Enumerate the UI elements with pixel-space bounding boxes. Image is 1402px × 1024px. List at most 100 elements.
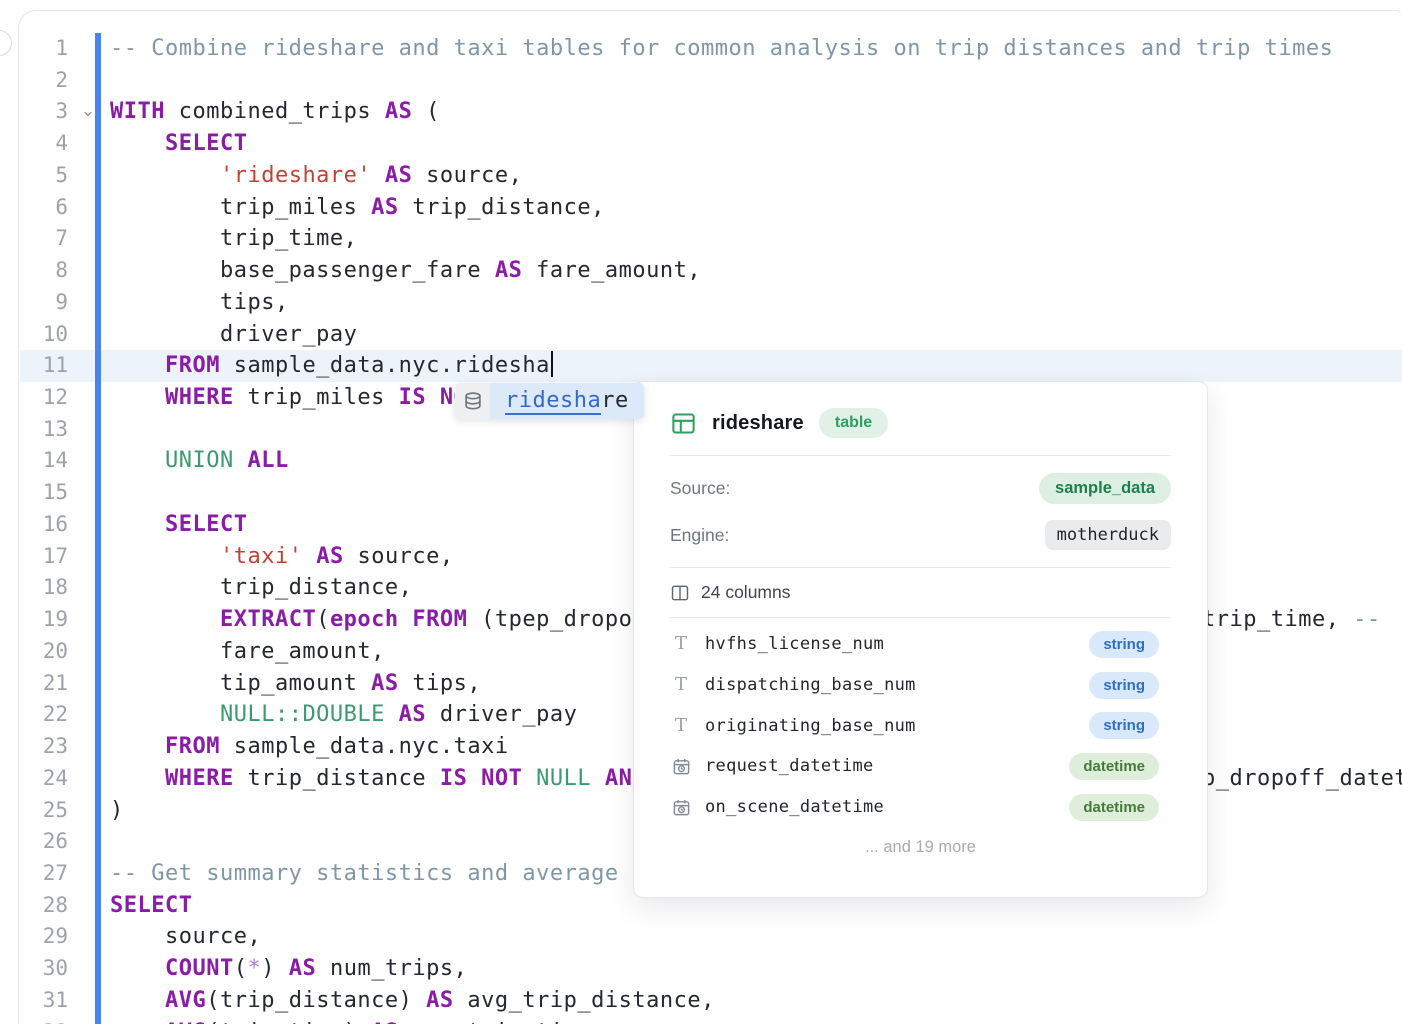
line-number: 7	[20, 223, 68, 255]
text-type-icon: T	[670, 635, 692, 653]
code-line[interactable]: 9 tips,	[20, 287, 1402, 319]
autocomplete-item-rideshare[interactable]: rideshare	[490, 383, 644, 419]
line-number: 24	[20, 763, 68, 795]
code-text: SELECT	[110, 128, 247, 160]
autocomplete-match-text: ridesha	[505, 388, 601, 415]
line-number: 12	[20, 382, 68, 414]
code-text-tail: p_dropoff_datet	[1202, 763, 1402, 795]
line-number: 26	[20, 826, 68, 858]
line-number: 16	[20, 509, 68, 541]
autocomplete-popup: rideshare	[455, 383, 644, 419]
line-number: 10	[20, 319, 68, 351]
line-number: 23	[20, 731, 68, 763]
code-line[interactable]: 2	[20, 65, 1402, 97]
code-text: COUNT(*) AS num_trips,	[110, 953, 467, 985]
line-number: 27	[20, 858, 68, 890]
line-number: 25	[20, 795, 68, 827]
text-type-icon: T	[670, 717, 692, 735]
column-item: T dispatching_base_num string	[634, 665, 1207, 706]
source-value-badge: sample_data	[1039, 473, 1171, 504]
code-text: SELECT	[110, 890, 192, 922]
code-text: AVG(trip_distance) AS avg_trip_distance,	[110, 985, 715, 1017]
line-number: 22	[20, 699, 68, 731]
code-text: WITH combined_trips AS (	[110, 96, 440, 128]
line-number: 18	[20, 572, 68, 604]
code-text: source,	[110, 921, 261, 953]
code-text: base_passenger_fare AS fare_amount,	[110, 255, 701, 287]
line-number: 5	[20, 160, 68, 192]
autocomplete-rest-text: re	[601, 388, 629, 413]
column-name: hvfhs_license_num	[705, 634, 884, 654]
columns-count-row: 24 columns	[634, 568, 1207, 617]
code-line[interactable]: 32 AVG(trip_time) AS avg_trip_time,	[20, 1017, 1402, 1024]
code-line[interactable]: 4 SELECT	[20, 128, 1402, 160]
code-line[interactable]: 29 source,	[20, 921, 1402, 953]
panel-collapse-handle[interactable]	[0, 30, 12, 56]
line-number: 31	[20, 985, 68, 1017]
line-number: 9	[20, 287, 68, 319]
line-number: 19	[20, 604, 68, 636]
line-number: 32	[20, 1017, 68, 1024]
column-name: originating_base_num	[705, 716, 916, 736]
table-info-card: rideshare table Source: sample_data Engi…	[633, 381, 1208, 898]
code-text: driver_pay	[110, 319, 357, 351]
line-number: 1	[20, 33, 68, 65]
column-item: on_scene_datetime datetime	[634, 787, 1207, 828]
column-type-badge: datetime	[1069, 753, 1159, 780]
source-row: Source: sample_data	[634, 465, 1207, 512]
code-line[interactable]: 7 trip_time,	[20, 223, 1402, 255]
code-line[interactable]: 1 -- Combine rideshare and taxi tables f…	[20, 33, 1402, 65]
database-icon	[455, 383, 490, 419]
line-number: 11	[20, 350, 68, 382]
code-line[interactable]: 31 AVG(trip_distance) AS avg_trip_distan…	[20, 985, 1402, 1017]
engine-value-badge: motherduck	[1045, 520, 1171, 550]
code-line[interactable]: 30 COUNT(*) AS num_trips,	[20, 953, 1402, 985]
line-number: 14	[20, 445, 68, 477]
column-name: request_datetime	[705, 756, 874, 776]
line-number: 17	[20, 541, 68, 573]
sql-editor-screen: 1 -- Combine rideshare and taxi tables f…	[0, 0, 1402, 1024]
line-number: 28	[20, 890, 68, 922]
code-text-tail: trip_time, --	[1202, 604, 1381, 636]
code-text: WHERE trip_miles IS NOT	[110, 382, 481, 414]
code-line[interactable]: 3 WITH combined_trips AS ( ⌄	[20, 96, 1402, 128]
code-text: trip_miles AS trip_distance,	[110, 192, 605, 224]
line-number: 6	[20, 192, 68, 224]
code-text: WHERE trip_distance IS NOT NULL AND	[110, 763, 646, 795]
code-text: FROM sample_data.nyc.taxi	[110, 731, 509, 763]
code-text: 'rideshare' AS source,	[110, 160, 522, 192]
line-number: 3	[20, 96, 68, 128]
line-number: 30	[20, 953, 68, 985]
table-name: rideshare	[712, 412, 804, 435]
code-line[interactable]: 5 'rideshare' AS source,	[20, 160, 1402, 192]
divider	[670, 455, 1171, 456]
gutter-accent-bar	[95, 33, 101, 1024]
code-text: EXTRACT(epoch FROM (tpep_dropo	[110, 604, 632, 636]
code-text: tip_amount AS tips,	[110, 668, 481, 700]
code-line[interactable]: 10 driver_pay	[20, 319, 1402, 351]
line-number: 29	[20, 921, 68, 953]
line-number: 2	[20, 65, 68, 97]
calendar-clock-icon	[670, 798, 692, 817]
code-text: trip_distance,	[110, 572, 412, 604]
column-type-badge: string	[1089, 631, 1159, 658]
code-text: -- Get summary statistics and average t	[110, 858, 646, 890]
columns-list: T hvfhs_license_num string T dispatching…	[634, 618, 1207, 827]
table-info-header: rideshare table	[634, 382, 1207, 455]
code-text: -- Combine rideshare and taxi tables for…	[110, 33, 1333, 65]
code-text: fare_amount,	[110, 636, 385, 668]
line-number: 8	[20, 255, 68, 287]
table-type-badge: table	[819, 408, 888, 438]
column-name: dispatching_base_num	[705, 675, 916, 695]
engine-label: Engine:	[670, 525, 729, 546]
code-line[interactable]: 6 trip_miles AS trip_distance,	[20, 192, 1402, 224]
column-type-badge: string	[1089, 712, 1159, 739]
line-number: 21	[20, 668, 68, 700]
column-item: T hvfhs_license_num string	[634, 624, 1207, 665]
text-cursor	[551, 351, 553, 377]
code-line[interactable]: 8 base_passenger_fare AS fare_amount,	[20, 255, 1402, 287]
column-type-badge: string	[1089, 672, 1159, 699]
code-line[interactable]: 11 FROM sample_data.nyc.ridesha	[20, 350, 1402, 382]
line-number: 13	[20, 414, 68, 446]
code-text: )	[110, 795, 124, 827]
